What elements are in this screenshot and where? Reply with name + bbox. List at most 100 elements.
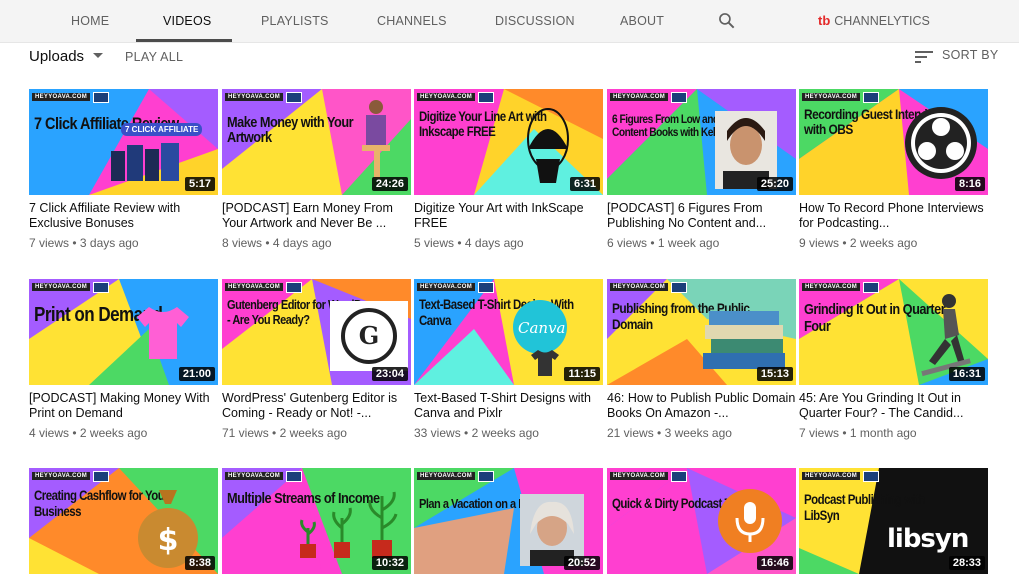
video-card[interactable]: HEYYOAVA.COM Creating Cashflow for Your … <box>29 468 218 574</box>
view-count: 33 views <box>414 426 461 440</box>
brand-logo-icon <box>671 92 687 103</box>
upload-age: 1 week ago <box>657 236 720 250</box>
view-count: 8 views <box>222 236 263 250</box>
upload-age: 2 weeks ago <box>471 426 539 440</box>
uploads-dropdown[interactable]: Uploads <box>29 48 104 65</box>
brand-logo-icon <box>478 282 494 293</box>
brand-label: HEYYOAVA.COM <box>32 283 91 291</box>
channelytics-logo-icon: tb <box>818 13 831 28</box>
play-all-button[interactable]: PLAY ALL <box>125 50 183 64</box>
video-title[interactable]: Digitize Your Art with InkScape FREE <box>414 201 603 230</box>
video-thumbnail[interactable]: HEYYOAVA.COM Creating Cashflow for Your … <box>29 468 218 574</box>
video-thumbnail[interactable]: HEYYOAVA.COM Publishing from the Public … <box>607 279 796 385</box>
video-thumbnail[interactable]: HEYYOAVA.COM Digitize Your Line Art with… <box>414 89 603 195</box>
video-card[interactable]: HEYYOAVA.COM 6 Figures From Low and No C… <box>607 89 796 250</box>
video-thumbnail[interactable]: HEYYOAVA.COM Recording Guest Interviews … <box>799 89 988 195</box>
brand-logo-icon <box>93 92 109 103</box>
libsyn-logo: libsyn <box>887 524 969 554</box>
video-thumbnail[interactable]: HEYYOAVA.COM Quick & Dirty Podcast Tutor… <box>607 468 796 574</box>
video-card[interactable]: HEYYOAVA.COM Recording Guest Interviews … <box>799 89 988 250</box>
video-card[interactable]: HEYYOAVA.COM Multiple Streams of Income … <box>222 468 411 574</box>
video-card[interactable]: HEYYOAVA.COM Digitize Your Line Art with… <box>414 89 603 250</box>
video-title[interactable]: 46: How to Publish Public Domain Books O… <box>607 391 796 420</box>
video-duration: 8:38 <box>184 556 215 570</box>
video-title[interactable]: WordPress' Gutenberg Editor is Coming - … <box>222 391 411 420</box>
tab-discussion[interactable]: DISCUSSION <box>495 0 575 42</box>
caret-down-icon <box>93 53 104 58</box>
brand-label: HEYYOAVA.COM <box>610 93 669 101</box>
video-card[interactable]: HEYYOAVA.COM Quick & Dirty Podcast Tutor… <box>607 468 796 574</box>
video-thumbnail[interactable]: HEYYOAVA.COM Print on Demand 21:00 <box>29 279 218 385</box>
brand-label: HEYYOAVA.COM <box>610 283 669 291</box>
video-meta: 6 views • 1 week ago <box>607 236 720 250</box>
search-icon[interactable] <box>717 11 737 31</box>
brand-logo-icon <box>863 282 879 293</box>
video-thumbnail[interactable]: HEYYOAVA.COM Gutenberg Editor for WordPr… <box>222 279 411 385</box>
gutenberg-logo-icon: G <box>330 301 408 371</box>
video-title[interactable]: [PODCAST] Earn Money From Your Artwork a… <box>222 201 411 230</box>
video-title[interactable]: [PODCAST] 6 Figures From Publishing No C… <box>607 201 796 230</box>
video-thumbnail[interactable]: HEYYOAVA.COM Plan a Vacation on a Budget… <box>414 468 603 574</box>
tab-home[interactable]: HOME <box>71 0 109 42</box>
brand-logo-icon <box>863 92 879 103</box>
video-thumbnail[interactable]: HEYYOAVA.COM Podcast Publishing with Lib… <box>799 468 988 574</box>
upload-age: 3 weeks ago <box>664 426 732 440</box>
brand-label: HEYYOAVA.COM <box>417 93 476 101</box>
brand-label: HEYYOAVA.COM <box>225 472 284 480</box>
channelytics-button[interactable]: tb CHANNELYTICS <box>818 0 930 42</box>
upload-age: 4 days ago <box>272 236 332 250</box>
video-thumbnail[interactable]: HEYYOAVA.COM Make Money with Your Artwor… <box>222 89 411 195</box>
tab-about[interactable]: ABOUT <box>620 0 664 42</box>
canva-wordmark: Canva <box>518 319 566 337</box>
video-card[interactable]: HEYYOAVA.COM Print on Demand 21:00 [PODC… <box>29 279 218 440</box>
video-duration: 5:17 <box>184 177 215 191</box>
video-card[interactable]: HEYYOAVA.COM Gutenberg Editor for WordPr… <box>222 279 411 440</box>
video-duration: 21:00 <box>178 367 215 381</box>
video-thumbnail[interactable]: HEYYOAVA.COM Multiple Streams of Income … <box>222 468 411 574</box>
video-duration: 23:04 <box>371 367 408 381</box>
brand-logo-icon <box>286 92 302 103</box>
tab-playlists[interactable]: PLAYLISTS <box>261 0 329 42</box>
video-card[interactable]: HEYYOAVA.COM 7 Click Affiliate Review 7 … <box>29 89 218 250</box>
sort-by-button[interactable]: SORT BY <box>942 48 999 62</box>
video-meta: 21 views • 3 weeks ago <box>607 426 732 440</box>
channelytics-label: CHANNELYTICS <box>834 14 930 28</box>
brand-logo-icon <box>286 471 302 482</box>
video-duration: 16:31 <box>948 367 985 381</box>
tab-channels[interactable]: CHANNELS <box>377 0 447 42</box>
video-title[interactable]: [PODCAST] Making Money With Print on Dem… <box>29 391 218 420</box>
video-thumbnail[interactable]: HEYYOAVA.COM 6 Figures From Low and No C… <box>607 89 796 195</box>
brand-logo-icon <box>93 471 109 482</box>
video-meta: 33 views • 2 weeks ago <box>414 426 539 440</box>
video-card[interactable]: HEYYOAVA.COM Podcast Publishing with Lib… <box>799 468 988 574</box>
video-duration: 10:32 <box>371 556 408 570</box>
upload-age: 2 weeks ago <box>279 426 347 440</box>
view-count: 6 views <box>607 236 648 250</box>
video-card[interactable]: HEYYOAVA.COM Publishing from the Public … <box>607 279 796 440</box>
upload-age: 3 days ago <box>79 236 139 250</box>
video-card[interactable]: HEYYOAVA.COM Grinding It Out in Quarter … <box>799 279 988 440</box>
brand-label: HEYYOAVA.COM <box>417 283 476 291</box>
video-meta: 8 views • 4 days ago <box>222 236 332 250</box>
video-duration: 8:16 <box>954 177 985 191</box>
video-meta: 5 views • 4 days ago <box>414 236 524 250</box>
tab-videos[interactable]: VIDEOS <box>163 0 211 42</box>
upload-age: 2 weeks ago <box>79 426 148 440</box>
video-card[interactable]: HEYYOAVA.COM Plan a Vacation on a Budget… <box>414 468 603 574</box>
sort-icon[interactable] <box>915 50 933 64</box>
video-thumbnail[interactable]: HEYYOAVA.COM 7 Click Affiliate Review 7 … <box>29 89 218 195</box>
brand-label: HEYYOAVA.COM <box>802 93 861 101</box>
video-card[interactable]: HEYYOAVA.COM Text-Based T-Shirt Design W… <box>414 279 603 440</box>
video-title[interactable]: How To Record Phone Interviews for Podca… <box>799 201 988 230</box>
video-title[interactable]: Text-Based T-Shirt Designs with Canva an… <box>414 391 603 420</box>
video-title[interactable]: 7 Click Affiliate Review with Exclusive … <box>29 201 218 230</box>
brand-label: HEYYOAVA.COM <box>32 472 91 480</box>
video-title[interactable]: 45: Are You Grinding It Out in Quarter F… <box>799 391 988 420</box>
product-boxes-image <box>111 143 179 181</box>
video-card[interactable]: HEYYOAVA.COM Make Money with Your Artwor… <box>222 89 411 250</box>
video-duration: 24:26 <box>371 177 408 191</box>
video-thumbnail[interactable]: HEYYOAVA.COM Text-Based T-Shirt Design W… <box>414 279 603 385</box>
upload-age: 4 days ago <box>464 236 524 250</box>
video-thumbnail[interactable]: HEYYOAVA.COM Grinding It Out in Quarter … <box>799 279 988 385</box>
video-duration: 28:33 <box>948 556 985 570</box>
